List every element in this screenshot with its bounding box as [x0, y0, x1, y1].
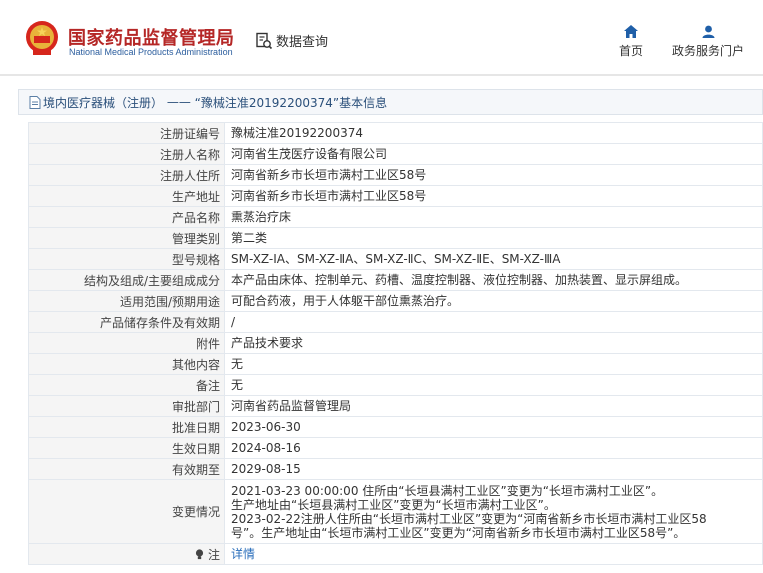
field-value: 熏蒸治疗床 — [224, 206, 763, 228]
table-row: 审批部门 河南省药品监督管理局 — [28, 395, 763, 417]
field-value: 可配合药液，用于人体躯干部位熏蒸治疗。 — [224, 290, 763, 312]
field-label: 产品名称 — [28, 206, 225, 228]
change-history: 2021-03-23 00:00:00 住所由“长垣县满村工业区”变更为“长垣市… — [224, 479, 763, 544]
table-row: 其他内容无 — [28, 353, 763, 375]
table-row: 产品储存条件及有效期 / — [28, 311, 763, 333]
breadcrumb-separator: —— — [166, 95, 191, 109]
nav-home[interactable]: 首页 — [615, 25, 647, 59]
search-document-icon — [256, 32, 273, 49]
note-label: 注 — [28, 543, 225, 565]
field-label: 注册证编号 — [28, 122, 225, 144]
table-row-note: 注 详情 — [28, 543, 763, 565]
field-label: 批准日期 — [28, 416, 225, 438]
field-value: 河南省生茂医疗设备有限公司 — [224, 143, 763, 165]
national-emblem-icon — [26, 21, 58, 55]
field-label: 生产地址 — [28, 185, 225, 207]
table-row-changes: 变更情况 2021-03-23 00:00:00 住所由“长垣县满村工业区”变更… — [28, 479, 763, 544]
change-line: 2021-03-23 00:00:00 住所由“长垣县满村工业区”变更为“长垣市… — [231, 483, 664, 498]
table-row: 管理类别 第二类 — [28, 227, 763, 249]
field-value: / — [224, 311, 763, 333]
field-label: 附件 — [28, 332, 225, 354]
field-value: 豫械注准20192200374 — [224, 122, 763, 144]
change-line: 号”。生产地址由“长垣市满村工业区”变更为“河南省新乡市长垣市满村工业区58号”… — [231, 525, 686, 540]
table-row: 注册证编号 豫械注准20192200374 — [28, 122, 763, 144]
table-row: 备注无 — [28, 374, 763, 396]
field-value: 第二类 — [224, 227, 763, 249]
field-label: 注册人名称 — [28, 143, 225, 165]
user-icon — [702, 25, 714, 38]
breadcrumb-title: “豫械注准20192200374”基本信息 — [194, 95, 388, 110]
table-row: 生效日期 2024-08-16 — [28, 437, 763, 459]
site-header: 国家药品监督管理局 National Medical Products Admi… — [0, 0, 763, 76]
field-label: 生效日期 — [28, 437, 225, 459]
table-row: 附件 产品技术要求 — [28, 332, 763, 354]
field-value: 河南省新乡市长垣市满村工业区58号 — [224, 185, 763, 207]
field-value: 2024-08-16 — [224, 437, 763, 459]
table-row: 生产地址 河南省新乡市长垣市满村工业区58号 — [28, 185, 763, 207]
table-row: 注册人名称 河南省生茂医疗设备有限公司 — [28, 143, 763, 165]
field-label: 变更情况 — [28, 479, 225, 544]
table-row: 适用范围/预期用途 可配合药液，用于人体躯干部位熏蒸治疗。 — [28, 290, 763, 312]
registration-info-table: 注册证编号 豫械注准20192200374 注册人名称 河南省生茂医疗设备有限公司 注册… — [28, 122, 763, 565]
note-value: 详情 — [224, 543, 763, 565]
field-label: 适用范围/预期用途 — [28, 290, 225, 312]
field-value: 河南省新乡市长垣市满村工业区58号 — [224, 164, 763, 186]
field-label: 注册人住所 — [28, 164, 225, 186]
nav-gov-portal-label: 政务服务门户 — [671, 44, 744, 58]
nav-home-label: 首页 — [618, 44, 643, 58]
field-label: 审批部门 — [28, 395, 225, 417]
nav-gov-portal[interactable]: 政务服务门户 — [668, 25, 748, 59]
field-label: 其他内容 — [28, 353, 225, 375]
field-label: 型号规格 — [28, 248, 225, 270]
field-value: 2029-08-15 — [224, 458, 763, 480]
field-label: 备注 — [28, 374, 225, 396]
breadcrumb: 境内医疗器械（注册） —— “豫械注准20192200374”基本信息 — [18, 89, 763, 115]
field-label: 管理类别 — [28, 227, 225, 249]
change-line: 生产地址由“长垣县满村工业区”变更为“长垣市满村工业区”。 — [231, 497, 556, 512]
data-query-link[interactable]: 数据查询 — [255, 31, 328, 50]
field-value: 无 — [224, 374, 763, 396]
field-value: 产品技术要求 — [224, 332, 763, 354]
field-value: 无 — [224, 353, 763, 375]
table-row: 有效期至 2029-08-15 — [28, 458, 763, 480]
field-value: 本产品由床体、控制单元、药槽、温度控制器、液位控制器、加热装置、显示屏组成。 — [224, 269, 763, 291]
field-label: 有效期至 — [28, 458, 225, 480]
field-value: 2023-06-30 — [224, 416, 763, 438]
field-value: SM-XZ-ⅠA、SM-XZ-ⅡA、SM-XZ-ⅡC、SM-XZ-ⅡE、SM-X… — [224, 248, 763, 270]
table-row: 产品名称 熏蒸治疗床 — [28, 206, 763, 228]
change-line: 2023-02-22注册人住所由“长垣市满村工业区”变更为“河南省新乡市长垣市满… — [231, 511, 707, 526]
home-icon — [624, 25, 638, 38]
field-label: 结构及组成/主要组成成分 — [28, 269, 225, 291]
lightbulb-icon — [196, 548, 204, 559]
table-row: 型号规格 SM-XZ-ⅠA、SM-XZ-ⅡA、SM-XZ-ⅡC、SM-XZ-ⅡE、… — [28, 248, 763, 270]
table-row: 批准日期 2023-06-30 — [28, 416, 763, 438]
document-icon — [29, 95, 41, 109]
site-subtitle: National Medical Products Administration — [69, 47, 233, 57]
details-link[interactable]: 详情 — [231, 547, 255, 561]
field-value: 河南省药品监督管理局 — [224, 395, 763, 417]
field-label: 产品储存条件及有效期 — [28, 311, 225, 333]
breadcrumb-category[interactable]: 境内医疗器械（注册） — [43, 94, 163, 111]
data-query-label: 数据查询 — [276, 35, 329, 50]
table-row: 结构及组成/主要组成成分 本产品由床体、控制单元、药槽、温度控制器、液位控制器、加… — [28, 269, 763, 291]
table-row: 注册人住所 河南省新乡市长垣市满村工业区58号 — [28, 164, 763, 186]
